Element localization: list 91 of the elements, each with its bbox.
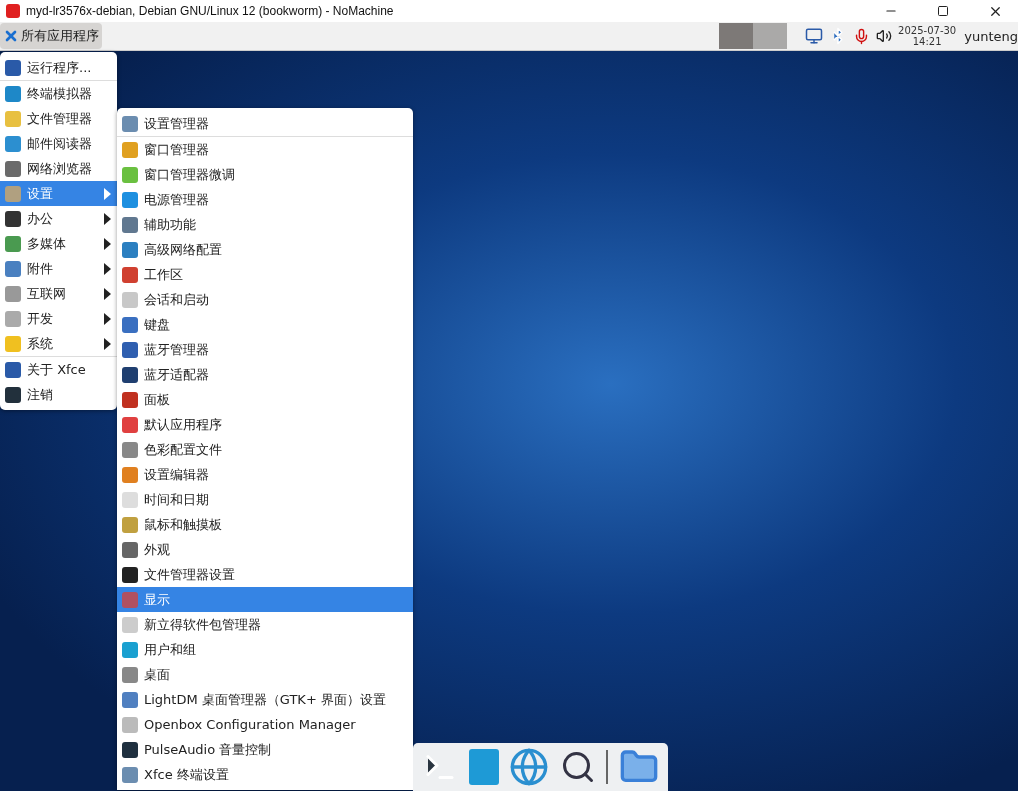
app-icon [5,386,21,403]
app-icon [122,441,138,458]
app-icon [5,85,21,102]
maximize-icon [937,5,949,17]
menu-item[interactable]: 色彩配置文件 [117,437,413,462]
app-icon [122,115,138,132]
app-icon [122,616,138,633]
menu-item[interactable]: 桌面 [117,662,413,687]
window-title: myd-lr3576x-debian, Debian GNU/Linux 12 (bookworm) - NoMachine [26,4,395,18]
menu-item[interactable]: 互联网 [0,281,117,306]
menu-item[interactable]: 鼠标和触摸板 [117,512,413,537]
app-icon [122,316,138,333]
app-icon [122,191,138,208]
menu-item[interactable]: 系统 [0,331,117,356]
menu-item[interactable]: 面板 [117,387,413,412]
menu-item[interactable]: 会话和启动 [117,287,413,312]
app-icon [122,591,138,608]
volume-icon[interactable] [876,28,893,44]
app-icon [5,235,21,252]
app-icon [122,341,138,358]
app-icon [122,716,138,733]
app-icon [122,391,138,408]
menu-item[interactable]: 蓝牙适配器 [117,362,413,387]
app-icon [122,466,138,483]
menu-item[interactable]: 开发 [0,306,117,331]
menu-item[interactable]: 窗口管理器 [117,137,413,162]
app-icon [122,741,138,758]
menu-item[interactable]: 蓝牙管理器 [117,337,413,362]
menu-item[interactable]: PulseAudio 音量控制 [117,737,413,762]
menu-item[interactable]: 文件管理器 [0,106,117,131]
app-icon [5,260,21,277]
applications-menu-button[interactable]: 所有应用程序 [0,23,102,49]
menu-item[interactable]: 设置编辑器 [117,462,413,487]
app-icon [122,666,138,683]
menu-item[interactable]: 附件 [0,256,117,281]
menu-item[interactable]: 终端模拟器 [0,81,117,106]
app-icon [5,210,21,227]
app-icon [122,766,138,783]
app-icon [122,491,138,508]
menu-item[interactable]: 多媒体 [0,231,117,256]
menu-item[interactable]: 窗口管理器微调 [117,162,413,187]
app-icon [5,160,21,177]
app-icon [122,141,138,158]
menu-item[interactable]: 办公 [0,206,117,231]
menu-item[interactable]: 文件管理器设置 [117,562,413,587]
menu-item[interactable]: 新立得软件包管理器 [117,612,413,637]
app-icon [122,241,138,258]
menu-item[interactable]: Xfce 终端设置 [117,762,413,787]
app-icon [122,291,138,308]
menu-item[interactable]: 工作区 [117,262,413,287]
menu-item[interactable]: 电源管理器 [117,187,413,212]
app-icon [5,185,21,202]
app-icon [5,285,21,302]
menu-item[interactable]: 外观 [117,537,413,562]
app-icon [122,541,138,558]
app-icon [122,516,138,533]
menu-item[interactable]: LightDM 桌面管理器（GTK+ 界面）设置 [117,687,413,712]
app-icon [122,566,138,583]
menu-item[interactable]: 设置管理器 [117,111,413,136]
app-icon [5,361,21,378]
menu-item[interactable]: 时间和日期 [117,487,413,512]
app-icon [122,641,138,658]
menu-item[interactable]: 用户和组 [117,637,413,662]
menu-item[interactable]: 设置 [0,181,117,206]
app-icon [5,110,21,127]
app-icon [122,691,138,708]
app-icon [122,166,138,183]
clock[interactable]: 2025-07-30 14:21 [898,25,957,47]
menu-item[interactable]: 显示 [117,587,413,612]
xfce-logo-icon [3,28,19,44]
app-icon [122,366,138,383]
app-icon [5,135,21,152]
menu-item[interactable]: 网络浏览器 [0,156,117,181]
menu-item[interactable]: 默认应用程序 [117,412,413,437]
user-name[interactable]: yunteng [964,28,1018,44]
menu-item[interactable]: 运行程序... [0,55,117,80]
app-icon [122,216,138,233]
app-icon [5,59,21,76]
menu-item[interactable]: 高级网络配置 [117,237,413,262]
menu-item[interactable]: 关于 Xfce [0,357,117,382]
app-icon [5,335,21,352]
menu-item[interactable]: 注销 [0,382,117,407]
app-icon [5,310,21,327]
app-logo-icon [6,4,20,18]
globe-icon[interactable] [509,747,550,787]
menu-item[interactable]: 辅助功能 [117,212,413,237]
app-icon [122,266,138,283]
menu-item[interactable]: 键盘 [117,312,413,337]
menu-item[interactable]: Openbox Configuration Manager [117,712,413,737]
menu-item[interactable]: 邮件阅读器 [0,131,117,156]
app-icon [122,416,138,433]
